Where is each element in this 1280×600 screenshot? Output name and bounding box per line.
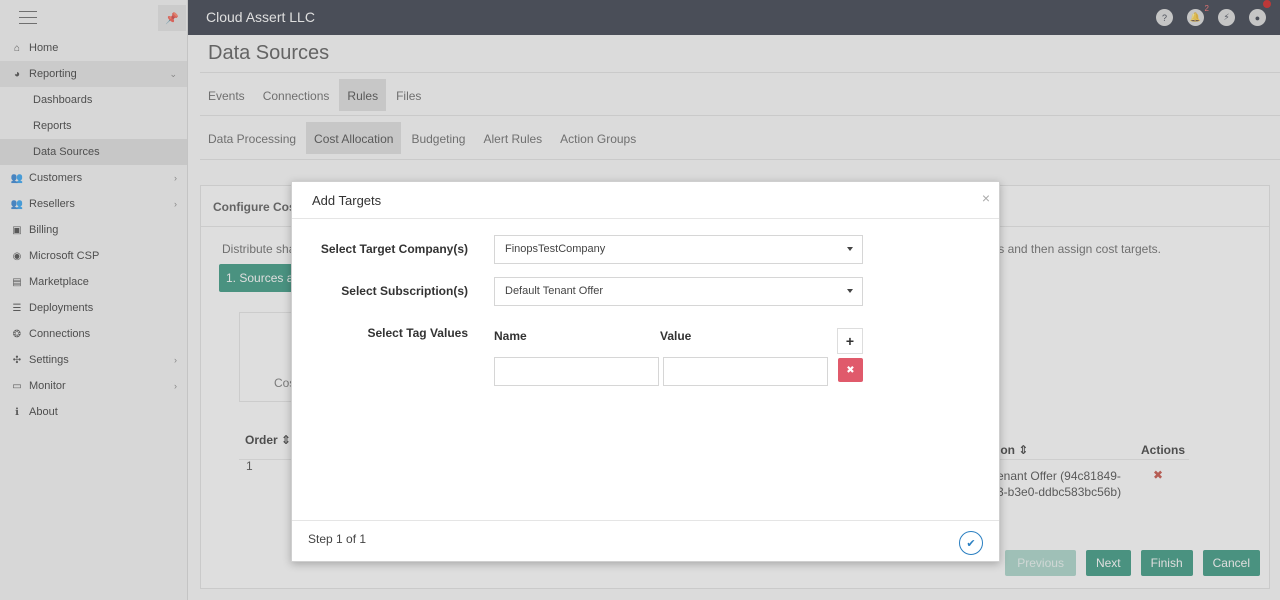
- modal-footer: Step 1 of 1 ✔: [292, 520, 999, 562]
- tag-value-column: Value: [660, 329, 692, 343]
- add-tag-button[interactable]: +: [837, 328, 863, 354]
- confirm-check-icon[interactable]: ✔: [959, 531, 983, 555]
- close-icon[interactable]: ×: [982, 190, 990, 206]
- subscription-label: Select Subscription(s): [341, 284, 468, 298]
- step-indicator: Step 1 of 1: [308, 532, 367, 546]
- caret-down-icon: [847, 247, 853, 251]
- add-targets-modal: Add Targets × Select Target Company(s) F…: [291, 181, 1000, 562]
- subscription-select-value: Default Tenant Offer: [505, 285, 604, 297]
- tag-name-column: Name: [494, 329, 527, 343]
- company-select-value: FinopsTestCompany: [505, 243, 606, 255]
- caret-down-icon: [847, 289, 853, 293]
- remove-tag-button[interactable]: ✖: [838, 358, 863, 382]
- modal-header: Add Targets ×: [292, 182, 999, 219]
- modal-title: Add Targets: [312, 193, 382, 208]
- tag-value-input[interactable]: [663, 357, 828, 386]
- company-select[interactable]: FinopsTestCompany: [494, 235, 863, 264]
- tag-values-label: Select Tag Values: [367, 326, 469, 340]
- tag-name-input[interactable]: [494, 357, 659, 386]
- subscription-select[interactable]: Default Tenant Offer: [494, 277, 863, 306]
- company-label: Select Target Company(s): [320, 242, 468, 256]
